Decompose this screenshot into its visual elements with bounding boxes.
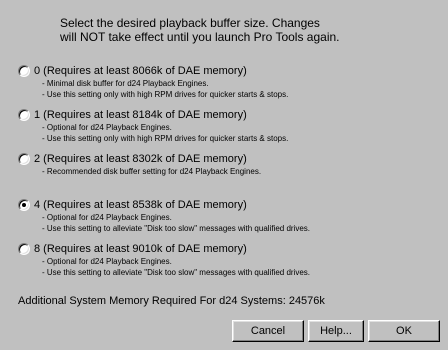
buffer-option-4-radio[interactable] (18, 199, 30, 211)
buffer-option-8-note-2: - Use this setting to alleviate "Disk to… (42, 268, 311, 277)
buffer-option-0-label: 0 (Requires at least 8066k of DAE memory… (34, 65, 247, 77)
buffer-option-4-note-2: - Use this setting to alleviate "Disk to… (42, 224, 311, 233)
buffer-option-0-radio[interactable] (18, 65, 30, 77)
playback-buffer-dialog: Select the desired playback buffer size.… (4, 4, 444, 342)
buffer-option-0-note-1: - Minimal disk buffer for d24 Playback E… (42, 79, 209, 88)
buffer-option-1-note-1: - Optional for d24 Playback Engines. (42, 123, 172, 132)
buffer-option-4-note-1: - Optional for d24 Playback Engines. (42, 213, 172, 222)
buffer-option-1-label: 1 (Requires at least 8184k of DAE memory… (34, 109, 247, 121)
buffer-option-2-note-1: - Recommended disk buffer setting for d2… (42, 167, 262, 176)
buffer-option-8-radio[interactable] (18, 243, 30, 255)
buffer-option-1-note-2: - Use this setting only with high RPM dr… (42, 134, 289, 143)
buffer-option-4-label: 4 (Requires at least 8538k of DAE memory… (34, 199, 247, 211)
memory-summary: Additional System Memory Required For d2… (18, 295, 325, 307)
buffer-option-0-note-2: - Use this setting only with high RPM dr… (42, 90, 289, 99)
buffer-option-8-note-1: - Optional for d24 Playback Engines. (42, 257, 172, 266)
cancel-button[interactable]: Cancel (232, 320, 304, 342)
instruction-line-2: will NOT take effect until you launch Pr… (60, 30, 340, 44)
buffer-option-1-radio[interactable] (18, 109, 30, 121)
help-button[interactable]: Help... (308, 320, 364, 342)
instruction-line-1: Select the desired playback buffer size.… (60, 16, 320, 30)
ok-button[interactable]: OK (368, 320, 440, 342)
buffer-option-2-radio[interactable] (18, 153, 30, 165)
buffer-option-2-label: 2 (Requires at least 8302k of DAE memory… (34, 153, 247, 165)
buffer-option-8-label: 8 (Requires at least 9010k of DAE memory… (34, 243, 247, 255)
